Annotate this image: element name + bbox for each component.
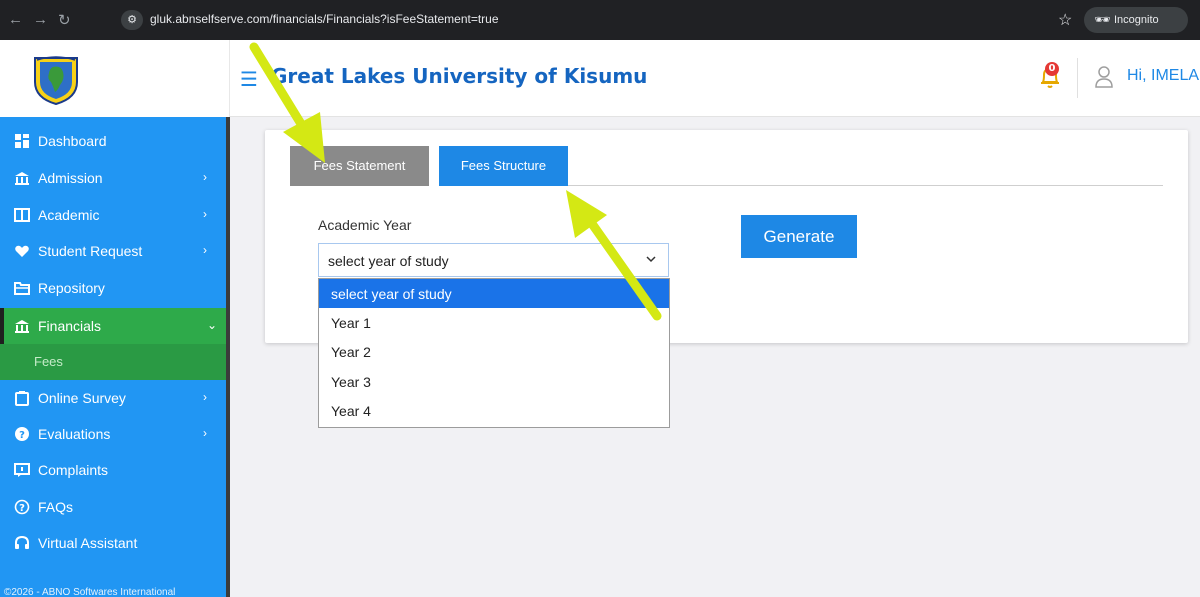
tab-fees-structure[interactable]: Fees Structure xyxy=(439,146,568,186)
sidebar-item-label: Repository xyxy=(38,280,105,296)
help-circle-icon: ? xyxy=(15,427,29,441)
app-header: ☰ Great Lakes University of Kisumu 0 Hi,… xyxy=(0,40,1200,117)
reload-icon[interactable]: ↻ xyxy=(58,11,71,29)
dropdown-option[interactable]: Year 1 xyxy=(319,308,669,337)
sidebar-item-admission[interactable]: Admission › xyxy=(0,160,226,196)
menu-toggle-icon[interactable]: ☰ xyxy=(240,69,258,89)
chevron-right-icon: › xyxy=(203,390,207,404)
sidebar-item-label: Virtual Assistant xyxy=(38,535,138,551)
generate-button[interactable]: Generate xyxy=(741,215,857,258)
clipboard-icon xyxy=(15,391,29,406)
heart-hand-icon xyxy=(15,245,29,257)
notification-badge: 0 xyxy=(1045,62,1059,76)
option-label: Year 2 xyxy=(331,344,371,360)
sidebar-footer: ©2026 - ABNO Softwares International xyxy=(4,587,176,597)
sidebar-item-virtual-assistant[interactable]: Virtual Assistant xyxy=(0,525,226,561)
academic-year-label: Academic Year xyxy=(318,217,412,233)
sidebar-item-label: Complaints xyxy=(38,462,109,478)
sidebar-item-label: Academic xyxy=(38,207,100,223)
browser-toolbar: ← → ↻ ⚙ gluk.abnselfserve.com/financials… xyxy=(0,0,1200,40)
sidebar: Dashboard Admission › Academic › Student… xyxy=(0,117,230,597)
select-value: select year of study xyxy=(328,253,449,269)
address-bar[interactable]: gluk.abnselfserve.com/financials/Financi… xyxy=(150,12,499,26)
headset-icon xyxy=(15,535,29,549)
incognito-badge[interactable]: 🕶 Incognito xyxy=(1084,7,1188,33)
building-icon xyxy=(15,172,29,185)
question-icon: ? xyxy=(14,499,30,515)
university-logo xyxy=(34,56,78,106)
sidebar-item-faqs[interactable]: ? FAQs xyxy=(0,489,226,525)
option-label: Year 3 xyxy=(331,374,371,390)
sidebar-subitem-label: Fees xyxy=(34,354,63,369)
sidebar-item-label: Evaluations xyxy=(38,426,111,442)
comment-icon xyxy=(14,463,30,477)
option-label: Year 4 xyxy=(331,403,371,419)
sidebar-item-online-survey[interactable]: Online Survey › xyxy=(0,380,226,416)
sidebar-item-label: Dashboard xyxy=(38,133,107,149)
year-dropdown-list: select year of study Year 1 Year 2 Year … xyxy=(318,278,670,428)
folder-icon xyxy=(14,282,30,295)
sidebar-item-label: Student Request xyxy=(38,243,143,259)
sidebar-item-label: FAQs xyxy=(38,499,74,515)
svg-text:?: ? xyxy=(19,430,25,441)
sidebar-item-financials[interactable]: Financials ⌄ xyxy=(0,308,226,344)
sidebar-item-label: Admission xyxy=(38,170,103,186)
star-icon[interactable]: ☆ xyxy=(1058,10,1072,30)
option-label: select year of study xyxy=(331,286,452,302)
sidebar-item-student-request[interactable]: Student Request › xyxy=(0,233,226,269)
chevron-right-icon: › xyxy=(203,243,207,257)
chevron-right-icon: › xyxy=(203,170,207,184)
dropdown-option[interactable]: Year 2 xyxy=(319,337,669,366)
incognito-icon: 🕶 xyxy=(1094,12,1111,27)
chevron-right-icon: › xyxy=(203,207,207,221)
book-icon xyxy=(14,208,30,222)
chevron-down-icon xyxy=(646,256,656,263)
sidebar-item-academic[interactable]: Academic › xyxy=(0,197,226,233)
dashboard-icon xyxy=(15,134,29,148)
dropdown-option[interactable]: Year 3 xyxy=(319,367,669,396)
tab-divider xyxy=(568,185,1163,186)
dropdown-option[interactable]: select year of study xyxy=(319,279,669,308)
sidebar-item-dashboard[interactable]: Dashboard xyxy=(0,123,226,159)
sidebar-item-evaluations[interactable]: ? Evaluations › xyxy=(0,416,226,452)
user-icon[interactable] xyxy=(1094,66,1114,88)
tab-fees-statement[interactable]: Fees Statement xyxy=(290,146,429,186)
logo-area xyxy=(0,40,230,117)
site-settings-icon[interactable]: ⚙ xyxy=(121,10,143,30)
svg-text:?: ? xyxy=(19,503,25,514)
page-title: Great Lakes University of Kisumu xyxy=(271,64,648,88)
header-divider xyxy=(1077,58,1078,98)
bank-icon xyxy=(15,320,29,333)
option-label: Year 1 xyxy=(331,315,371,331)
arrow-right-icon[interactable]: → xyxy=(33,11,48,28)
sidebar-subitem-fees[interactable]: Fees xyxy=(0,344,226,380)
chevron-down-icon: ⌄ xyxy=(207,318,218,332)
chevron-right-icon: › xyxy=(203,426,207,440)
sidebar-item-label: Financials xyxy=(38,318,102,334)
sidebar-item-label: Online Survey xyxy=(38,390,126,406)
arrow-left-icon[interactable]: ← xyxy=(8,11,23,28)
sidebar-item-repository[interactable]: Repository xyxy=(0,270,226,306)
dropdown-option[interactable]: Year 4 xyxy=(319,396,669,425)
sidebar-item-complaints[interactable]: Complaints xyxy=(0,452,226,488)
incognito-label: Incognito xyxy=(1114,14,1159,26)
academic-year-select[interactable]: select year of study xyxy=(318,243,669,277)
user-greeting[interactable]: Hi, IMELA xyxy=(1127,67,1199,85)
